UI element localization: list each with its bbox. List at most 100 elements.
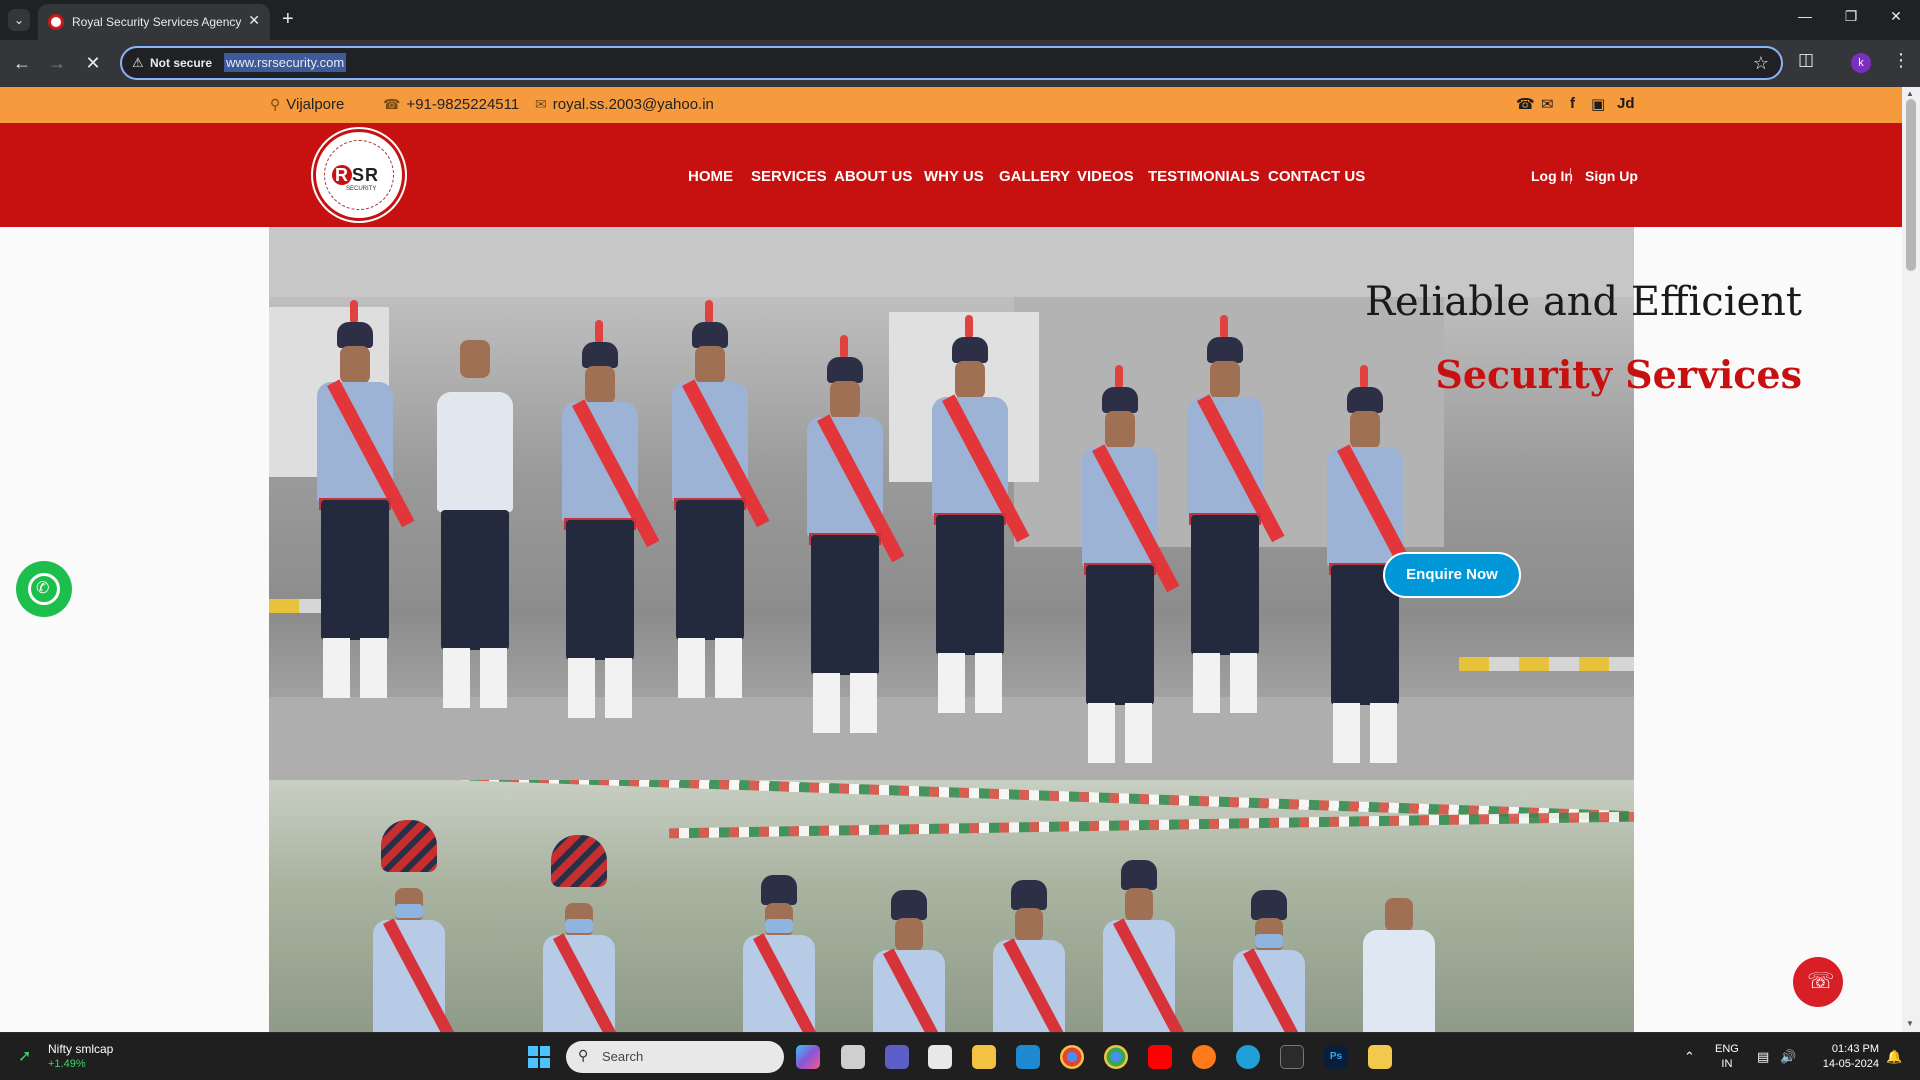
nav-contact-us[interactable]: CONTACT US xyxy=(1268,168,1365,185)
volume-icon[interactable]: 🔊 xyxy=(1780,1049,1796,1065)
task-view-icon[interactable] xyxy=(841,1045,865,1069)
windows-taskbar: ➚ Nifty smlcap +1.49% ⚲ Search Ps ⌃ ENG … xyxy=(0,1032,1920,1080)
email-item[interactable]: ✉ royal.ss.2003@yahoo.in xyxy=(535,96,714,113)
logo-sub: SECURITY xyxy=(346,186,377,192)
search-placeholder[interactable]: Search xyxy=(602,1049,643,1064)
hero-title-line1: Reliable and Efficient xyxy=(1364,279,1802,325)
tab-title: Royal Security Services Agency xyxy=(72,15,242,29)
stock-name: Nifty smlcap xyxy=(48,1042,114,1056)
whatsapp-button[interactable]: ✆ xyxy=(16,561,72,617)
url-text[interactable]: www.rsrsecurity.com xyxy=(224,53,347,72)
logo-text: R SR xyxy=(332,165,379,186)
logo-initial: R xyxy=(332,165,352,185)
instagram-icon[interactable]: ▣ xyxy=(1591,95,1605,113)
nav-videos[interactable]: VIDEOS xyxy=(1077,168,1134,185)
restore-icon[interactable]: ❐ xyxy=(1836,8,1866,25)
login-link[interactable]: Log In xyxy=(1531,168,1573,184)
nav-gallery[interactable]: GALLERY xyxy=(999,168,1070,185)
windows-start-icon[interactable] xyxy=(528,1046,550,1068)
chrome-icon[interactable] xyxy=(1060,1045,1084,1069)
browser-tab[interactable]: Royal Security Services Agency ✕ xyxy=(38,4,270,40)
file-explorer-icon[interactable] xyxy=(972,1045,996,1069)
phone-social-icon[interactable]: ☎ xyxy=(1516,95,1535,113)
extensions-icon[interactable]: ◫ xyxy=(1798,50,1814,70)
language-indicator[interactable]: ENG IN xyxy=(1715,1042,1739,1072)
bookmark-star-icon[interactable]: ☆ xyxy=(1753,53,1769,74)
stock-change: +1.49% xyxy=(48,1058,86,1070)
notes-icon[interactable] xyxy=(1368,1045,1392,1069)
firefox-icon[interactable] xyxy=(1192,1045,1216,1069)
site-favicon-icon xyxy=(48,14,64,30)
whatsapp-phone-icon: ✆ xyxy=(36,580,50,597)
hero-title-line2: Security Services xyxy=(1435,352,1802,397)
second-slide-image xyxy=(269,780,1634,1032)
chrome-profile-icon[interactable] xyxy=(1104,1045,1128,1069)
back-button[interactable]: ← xyxy=(9,50,35,76)
webpage: ⚲ Vijalpore ☎ +91-9825224511 ✉ royal.ss.200… xyxy=(0,87,1902,1032)
more-menu-icon[interactable]: ⋮ xyxy=(1892,50,1910,71)
enquire-now-button[interactable]: Enquire Now xyxy=(1383,552,1521,598)
stop-loading-button[interactable]: ✕ xyxy=(80,50,106,76)
signup-link[interactable]: Sign Up xyxy=(1585,168,1638,184)
security-label[interactable]: Not secure xyxy=(150,56,212,70)
language-code: ENG xyxy=(1715,1043,1739,1055)
site-header: R SR SECURITY HOME SERVICES ABOUT US WHY … xyxy=(0,123,1902,227)
new-tab-button[interactable]: + xyxy=(282,8,294,30)
phone-icon: ☎ xyxy=(383,96,401,112)
store-icon[interactable] xyxy=(928,1045,952,1069)
site-logo[interactable]: R SR SECURITY xyxy=(313,129,405,221)
nav-testimonials[interactable]: TESTIMONIALS xyxy=(1148,168,1260,185)
terminal-icon[interactable] xyxy=(1280,1045,1304,1069)
trend-up-icon: ➚ xyxy=(18,1048,32,1065)
address-bar[interactable]: ⚠ Not secure www.rsrsecurity.com ☆ xyxy=(120,46,1783,80)
email-social-icon[interactable]: ✉ xyxy=(1541,95,1554,113)
contact-topbar: ⚲ Vijalpore ☎ +91-9825224511 ✉ royal.ss.200… xyxy=(0,87,1902,123)
location-pin-icon: ⚲ xyxy=(270,96,281,112)
browser-toolbar: ← → ✕ ⚠ Not secure www.rsrsecurity.com ☆ xyxy=(0,40,1920,87)
location-text: Vijalpore xyxy=(286,96,345,113)
nav-about-us[interactable]: ABOUT US xyxy=(834,168,912,185)
profile-avatar[interactable]: k xyxy=(1851,53,1871,73)
network-icon[interactable]: ▤ xyxy=(1757,1049,1769,1065)
show-hidden-icons[interactable]: ⌃ xyxy=(1684,1049,1695,1065)
phone-item[interactable]: ☎ +91-9825224511 xyxy=(383,96,519,113)
warning-icon[interactable]: ⚠ xyxy=(132,55,144,71)
email-text[interactable]: royal.ss.2003@yahoo.in xyxy=(553,96,714,113)
system-clock[interactable]: 01:43 PM 14-05-2024 xyxy=(1813,1042,1879,1072)
nav-why-us[interactable]: WHY US xyxy=(924,168,984,185)
scroll-thumb[interactable] xyxy=(1906,99,1916,271)
mail-icon: ✉ xyxy=(535,96,547,112)
youtube-icon[interactable] xyxy=(1148,1045,1172,1069)
location-item: ⚲ Vijalpore xyxy=(270,96,344,113)
clock-time: 01:43 PM xyxy=(1831,1043,1879,1055)
facebook-icon[interactable]: f xyxy=(1570,95,1575,112)
notification-bell-icon[interactable]: 🔔 xyxy=(1886,1049,1902,1065)
phone-text[interactable]: +91-9825224511 xyxy=(406,96,519,113)
scroll-down-icon[interactable]: ▼ xyxy=(1906,1019,1914,1028)
scroll-up-icon[interactable]: ▲ xyxy=(1906,89,1914,98)
forward-button[interactable]: → xyxy=(44,50,70,76)
justdial-icon[interactable]: Jd xyxy=(1617,95,1635,112)
region-code: IN xyxy=(1721,1058,1733,1070)
tab-search-button[interactable]: ⌄ xyxy=(8,9,30,31)
page-scrollbar[interactable]: ▲ ▼ xyxy=(1902,87,1920,1032)
photoshop-icon[interactable]: Ps xyxy=(1324,1045,1348,1069)
teams-icon[interactable] xyxy=(885,1045,909,1069)
curb xyxy=(1459,657,1634,671)
copilot-icon[interactable] xyxy=(796,1045,820,1069)
search-icon: ⚲ xyxy=(578,1047,589,1063)
taskbar-search[interactable]: ⚲ Search xyxy=(566,1041,784,1073)
window-close-icon[interactable]: ✕ xyxy=(1881,8,1911,25)
auth-divider xyxy=(1570,168,1571,184)
minimize-icon[interactable]: — xyxy=(1790,8,1820,24)
logo-wordmark: SR xyxy=(352,165,380,185)
bunting-decoration xyxy=(668,811,1634,839)
edge-icon[interactable] xyxy=(1236,1045,1260,1069)
nav-home[interactable]: HOME xyxy=(688,168,733,185)
support-chat-button[interactable]: ☏ xyxy=(1793,957,1843,1007)
close-tab-icon[interactable]: ✕ xyxy=(248,12,260,29)
clock-date: 14-05-2024 xyxy=(1822,1058,1879,1070)
vscode-icon[interactable] xyxy=(1016,1045,1040,1069)
nav-services[interactable]: SERVICES xyxy=(751,168,827,185)
headset-icon: ☏ xyxy=(1807,968,1835,993)
